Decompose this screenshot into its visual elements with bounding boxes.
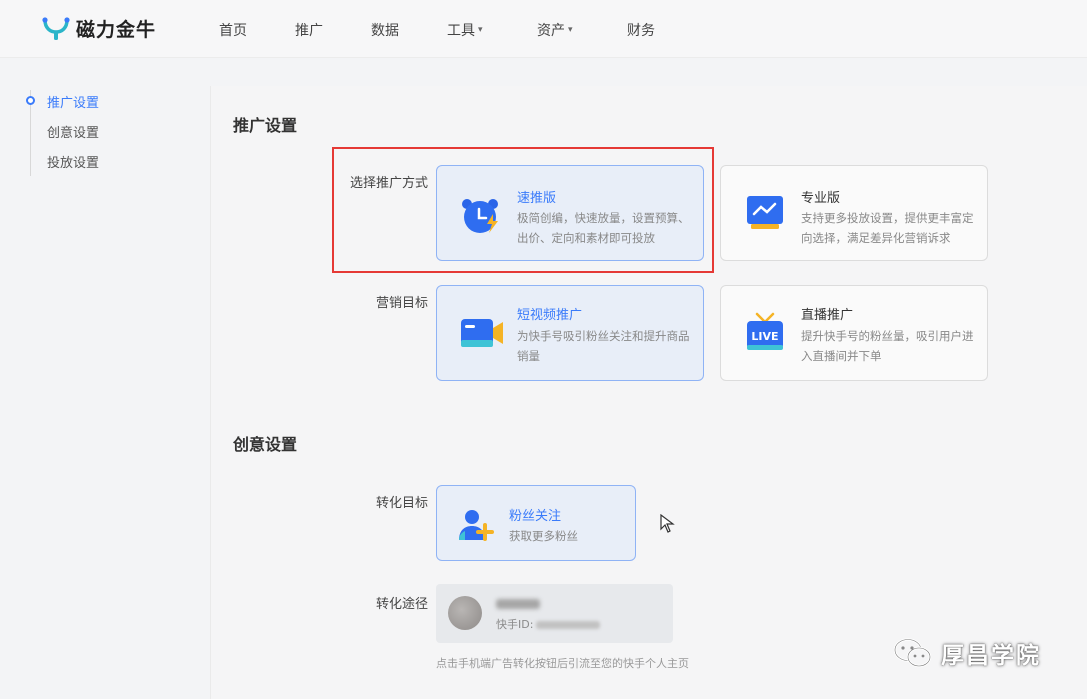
conversion-follow-desc: 获取更多粉丝 (509, 529, 578, 543)
account-card[interactable]: 快手ID: (436, 584, 673, 643)
chevron-down-icon: ▾ (568, 25, 573, 35)
sidebar-item-creative-settings[interactable]: 创意设置 (47, 122, 99, 141)
account-id: 快手ID: (496, 616, 601, 632)
section-title-creative: 创意设置 (233, 435, 298, 454)
conversion-option-follow[interactable]: 粉丝关注 获取更多粉丝 (436, 485, 636, 561)
goal-short-video-desc: 为快手号吸引粉丝关注和提升商品销量 (517, 329, 690, 363)
nav-promotion[interactable]: 推广 (295, 20, 323, 40)
avatar (448, 596, 482, 630)
brand-name: 磁力金牛 (76, 19, 157, 41)
goal-label: 营销目标 (375, 296, 428, 311)
goal-live-title: 直播推广 (801, 308, 854, 323)
goal-live-desc: 提升快手号的粉丝量，吸引用户进入直播间并下单 (801, 329, 974, 363)
account-name-redacted (496, 599, 540, 609)
method-pro-desc: 支持更多投放设置，提供更丰富定向选择，满足差异化营销诉求 (801, 211, 974, 245)
conversion-path-hint: 点击手机端广告转化按钮后引流至您的快手个人主页 (436, 657, 689, 670)
top-nav-bar: 磁力金牛 首页 推广 数据 工具 ▾ 资产 ▾ 财务 (0, 0, 1087, 58)
wechat-icon (893, 638, 932, 668)
conversion-follow-title: 粉丝关注 (509, 509, 562, 524)
nav-tools-label: 工具 (447, 23, 475, 39)
mouse-cursor-icon (660, 513, 676, 538)
nav-finance-label: 财务 (627, 23, 655, 39)
nav-promotion-label: 推广 (295, 23, 323, 39)
live-icon-text: LIVE (751, 330, 778, 343)
sidebar: 推广设置 创意设置 投放设置 (0, 60, 186, 699)
goal-short-video-title: 短视频推广 (517, 308, 583, 323)
nav-assets[interactable]: 资产 ▾ (537, 20, 573, 40)
path-label: 转化途径 (375, 597, 428, 612)
nav-tools[interactable]: 工具 ▾ (447, 20, 483, 40)
goal-option-live[interactable]: LIVE 直播推广 提升快手号的粉丝量，吸引用户进入直播间并下单 (720, 285, 988, 381)
goal-option-short-video[interactable]: 短视频推广 为快手号吸引粉丝关注和提升商品销量 (436, 285, 704, 381)
nav-home[interactable]: 首页 (219, 20, 247, 40)
highlight-box (332, 147, 714, 273)
method-option-pro[interactable]: 专业版 支持更多投放设置，提供更丰富定向选择，满足差异化营销诉求 (720, 165, 988, 261)
watermark: 厚昌学院 (893, 636, 1041, 670)
conversion-label: 转化目标 (375, 496, 428, 511)
monitor-chart-icon (745, 194, 785, 236)
sidebar-item-promotion-settings[interactable]: 推广设置 (47, 92, 99, 111)
method-pro-title: 专业版 (801, 191, 841, 206)
nav-home-label: 首页 (219, 23, 247, 39)
brand-logo[interactable]: 磁力金牛 (42, 15, 156, 42)
brand-logo-icon (42, 16, 70, 42)
active-indicator-icon (26, 96, 35, 105)
user-add-icon (457, 508, 495, 546)
account-id-redacted (536, 621, 601, 629)
section-title-promotion: 推广设置 (233, 116, 298, 135)
nav-assets-label: 资产 (537, 23, 565, 39)
chevron-down-icon: ▾ (478, 25, 483, 35)
nav-data-label: 数据 (371, 23, 399, 39)
watermark-text: 厚昌学院 (941, 643, 1041, 669)
nav-data[interactable]: 数据 (371, 20, 399, 40)
nav-finance[interactable]: 财务 (627, 20, 655, 40)
account-id-label: 快手ID: (496, 618, 534, 631)
live-tv-icon: LIVE (745, 312, 785, 358)
sidebar-item-delivery-settings[interactable]: 投放设置 (47, 152, 99, 171)
video-camera-icon (459, 316, 505, 356)
